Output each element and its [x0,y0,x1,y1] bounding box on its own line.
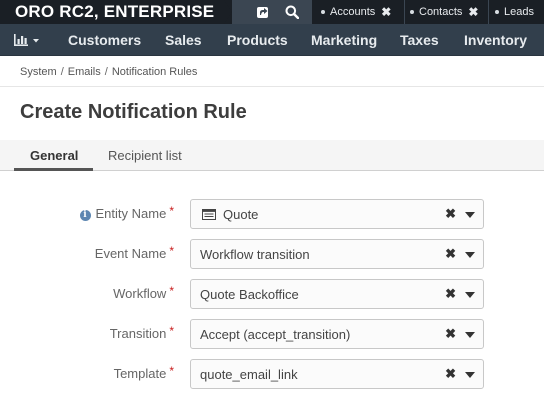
select-value: Workflow transition [200,247,310,262]
workflow-select[interactable]: Quote Backoffice ✖ [190,279,484,309]
info-icon[interactable]: i [79,210,91,221]
breadcrumb: System / Emails / Notification Rules [20,66,197,78]
close-icon[interactable]: ✖ [468,5,478,19]
app-title[interactable]: ORO RC2, ENTERPRISE [15,2,214,22]
chevron-down-icon[interactable] [465,292,475,298]
clear-icon[interactable]: ✖ [445,246,456,262]
field-label: Template [113,366,167,381]
pin-dot [495,10,499,14]
pinned-tab-contacts[interactable]: Contacts ✖ [410,5,478,19]
required-marker: * [169,284,174,298]
pinned-tab-accounts[interactable]: Accounts ✖ [321,5,391,19]
required-marker: * [169,324,174,338]
workflow-label: Workflow * [113,284,174,301]
entity-name-select[interactable]: Quote ✖ [190,199,484,229]
clear-icon[interactable]: ✖ [445,326,456,342]
select-value: Quote [223,207,259,222]
event-name-label: Event Name * [94,244,174,261]
transition-label: Transition * [109,324,174,341]
required-marker: * [169,244,174,258]
entity-name-label: i Entity Name * [79,204,174,221]
chevron-down-icon [33,39,39,43]
menu-item-sales[interactable]: Sales [165,32,202,48]
active-tab-indicator [14,168,93,171]
field-label: Entity Name [95,206,167,221]
template-select[interactable]: quote_email_link ✖ [190,359,484,389]
close-icon[interactable]: ✖ [381,5,391,19]
divider [0,86,544,87]
bar-chart-icon[interactable] [13,33,43,47]
search-icon[interactable] [285,5,299,19]
pinned-tab-label: Leads [504,6,534,18]
pin-divider [404,0,405,24]
breadcrumb-item[interactable]: Notification Rules [112,66,198,78]
breadcrumb-separator: / [60,66,64,78]
top-actions [224,0,312,24]
select-value: Quote Backoffice [200,287,299,302]
breadcrumb-item[interactable]: System [20,66,57,78]
menu-item-products[interactable]: Products [227,32,288,48]
chevron-down-icon[interactable] [465,252,475,258]
required-marker: * [169,204,174,218]
transition-select[interactable]: Accept (accept_transition) ✖ [190,319,484,349]
field-label: Workflow [113,286,167,301]
tab-bar: General Recipient list [0,140,544,171]
clear-icon[interactable]: ✖ [445,286,456,302]
pin-dot [321,10,325,14]
template-label: Template * [113,364,174,381]
tab-recipient-list[interactable]: Recipient list [108,148,182,163]
field-label: Transition [109,326,167,341]
field-label: Event Name [94,246,167,261]
main-menu: Customers Sales Products Marketing Taxes… [0,24,544,56]
required-marker: * [169,364,174,378]
chevron-down-icon[interactable] [465,212,475,218]
select-value: quote_email_link [200,367,298,382]
page-title: Create Notification Rule [20,101,247,123]
pin-divider [488,0,489,24]
entity-list-icon [202,209,216,220]
chevron-down-icon[interactable] [465,332,475,338]
chevron-down-icon[interactable] [465,372,475,378]
pinned-tab-leads[interactable]: Leads [495,5,534,19]
pin-dot [410,10,414,14]
pinned-tab-label: Contacts [419,6,463,18]
breadcrumb-item[interactable]: Emails [68,66,101,78]
share-icon[interactable] [256,5,270,19]
menu-item-taxes[interactable]: Taxes [400,32,439,48]
event-name-select[interactable]: Workflow transition ✖ [190,239,484,269]
menu-item-marketing[interactable]: Marketing [311,32,377,48]
clear-icon[interactable]: ✖ [445,206,456,222]
pinned-tab-label: Accounts [330,6,376,18]
tab-general[interactable]: General [30,148,78,163]
top-bar: ORO RC2, ENTERPRISE Accounts ✖ Contacts … [0,0,544,24]
select-value: Accept (accept_transition) [200,327,351,342]
menu-item-customers[interactable]: Customers [68,32,141,48]
menu-item-inventory[interactable]: Inventory [464,32,527,48]
clear-icon[interactable]: ✖ [445,366,456,382]
breadcrumb-separator: / [104,66,108,78]
